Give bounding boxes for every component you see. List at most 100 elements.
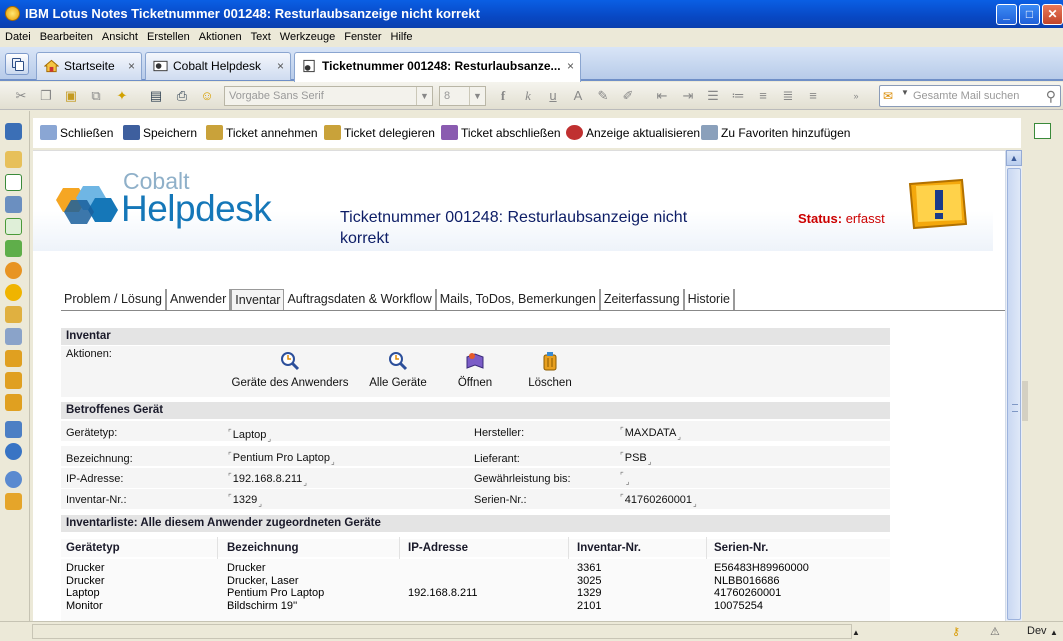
all-devices-button[interactable]: Alle Geräte bbox=[363, 351, 433, 389]
align-left-icon[interactable]: ≡ bbox=[755, 88, 771, 104]
table-cell[interactable]: Drucker bbox=[227, 562, 324, 575]
field-serien-nr[interactable]: 41760260001 bbox=[620, 493, 697, 508]
indent-icon[interactable]: ⇥ bbox=[680, 88, 696, 104]
field-bezeichnung[interactable]: Pentium Pro Laptop bbox=[228, 451, 335, 466]
menu-aktionen[interactable]: Aktionen bbox=[194, 28, 246, 45]
field-hersteller[interactable]: MAXDATA bbox=[620, 426, 681, 441]
search-icon[interactable]: ⚲ bbox=[1046, 88, 1056, 105]
mail-search-box[interactable]: ✉ ▼ Gesamte Mail suchen ⚲ bbox=[879, 85, 1061, 107]
copy-icon[interactable]: ❐ bbox=[38, 88, 54, 104]
tab-anwender[interactable]: Anwender bbox=[167, 289, 232, 310]
maximize-button[interactable]: □ bbox=[1019, 4, 1040, 25]
close-tab-icon[interactable]: × bbox=[128, 53, 135, 79]
calendar-icon[interactable] bbox=[1034, 123, 1051, 139]
tab-inventar[interactable]: Inventar bbox=[231, 289, 285, 310]
field-lieferant[interactable]: PSB bbox=[620, 451, 652, 466]
table-cell[interactable]: Pentium Pro Laptop bbox=[227, 587, 324, 600]
column-header-inventar-nr[interactable]: Inventar-Nr. bbox=[577, 542, 641, 554]
database-folder-icon[interactable] bbox=[5, 328, 22, 345]
chevron-up-icon[interactable]: ▲ bbox=[1050, 628, 1058, 637]
table-cell[interactable]: Drucker bbox=[66, 575, 105, 588]
table-cell[interactable] bbox=[408, 562, 478, 575]
location-user[interactable]: Dev bbox=[1027, 625, 1047, 637]
table-cell[interactable]: Bildschirm 19'' bbox=[227, 600, 324, 613]
bullet-list-icon[interactable]: ☰ bbox=[705, 88, 721, 104]
mail-icon[interactable] bbox=[5, 151, 22, 168]
menu-bearbeiten[interactable]: Bearbeiten bbox=[35, 28, 97, 45]
open-button[interactable]: Öffnen bbox=[448, 351, 502, 389]
replication-icon[interactable] bbox=[5, 240, 22, 257]
bold-icon[interactable]: f bbox=[495, 88, 511, 104]
tab-cobalt-helpdesk[interactable]: Cobalt Helpdesk × bbox=[145, 52, 291, 80]
tab-startseite[interactable]: Startseite × bbox=[36, 52, 142, 80]
new-icon[interactable]: ✦ bbox=[114, 88, 130, 104]
font-size-select[interactable]: 8 ▼ bbox=[439, 86, 486, 106]
menu-werkzeuge[interactable]: Werkzeuge bbox=[275, 28, 339, 45]
column-header-serien-nr[interactable]: Serien-Nr. bbox=[714, 542, 768, 554]
mail-search-input[interactable]: Gesamte Mail suchen bbox=[913, 90, 1019, 102]
status-message-area[interactable] bbox=[32, 624, 852, 639]
tab-historie[interactable]: Historie bbox=[685, 289, 735, 310]
home-icon[interactable] bbox=[5, 493, 22, 510]
key-icon[interactable]: ⚷ bbox=[952, 625, 960, 638]
close-tab-icon[interactable]: × bbox=[277, 53, 284, 79]
feeds-icon[interactable] bbox=[5, 284, 22, 301]
copy-link-icon[interactable]: ⧉ bbox=[88, 88, 104, 104]
help-icon[interactable] bbox=[5, 471, 22, 488]
close-action-button[interactable]: Schließen bbox=[40, 125, 113, 143]
tab-zeiterfassung[interactable]: Zeiterfassung bbox=[601, 289, 685, 310]
table-cell[interactable]: E56483H89960000 bbox=[714, 562, 809, 575]
folder-icon[interactable] bbox=[5, 394, 22, 411]
vertical-scrollbar[interactable]: ▲ bbox=[1005, 150, 1022, 621]
tab-problem-loesung[interactable]: Problem / Lösung bbox=[61, 289, 167, 310]
accept-ticket-button[interactable]: Ticket annehmen bbox=[206, 125, 318, 143]
tab-mails[interactable]: Mails, ToDos, Bemerkungen bbox=[437, 289, 601, 310]
calendar-icon[interactable] bbox=[5, 174, 22, 191]
chevron-down-icon[interactable]: ▼ bbox=[901, 88, 909, 97]
menu-hilfe[interactable]: Hilfe bbox=[386, 28, 417, 45]
field-ip-adresse[interactable]: 192.168.8.211 bbox=[228, 472, 307, 487]
globe-icon[interactable] bbox=[5, 443, 22, 460]
sametime-icon[interactable] bbox=[5, 262, 22, 279]
font-name-select[interactable]: Vorgabe Sans Serif ▼ bbox=[224, 86, 433, 106]
folder-icon[interactable] bbox=[5, 350, 22, 367]
save-icon[interactable]: ▤ bbox=[148, 88, 164, 104]
table-cell[interactable] bbox=[408, 600, 478, 613]
highlight-icon[interactable]: ✎ bbox=[595, 88, 611, 104]
column-header-ip-adresse[interactable]: IP-Adresse bbox=[408, 542, 468, 554]
outdent-icon[interactable]: ⇤ bbox=[654, 88, 670, 104]
folder-icon[interactable] bbox=[5, 372, 22, 389]
refresh-view-button[interactable]: Anzeige aktualisieren bbox=[566, 125, 700, 143]
table-cell[interactable] bbox=[408, 575, 478, 588]
cut-icon[interactable]: ✂ bbox=[13, 88, 29, 104]
table-cell[interactable]: Drucker, Laser bbox=[227, 575, 324, 588]
menu-datei[interactable]: Datei bbox=[0, 28, 35, 45]
devices-of-user-button[interactable]: Geräte des Anwenders bbox=[225, 351, 355, 389]
table-cell[interactable]: 10075254 bbox=[714, 600, 809, 613]
mail-search-scope-icon[interactable]: ✉ bbox=[883, 89, 899, 103]
table-cell[interactable]: 2101 bbox=[577, 600, 601, 613]
table-cell[interactable]: Laptop bbox=[66, 587, 105, 600]
minimize-button[interactable]: _ bbox=[996, 4, 1017, 25]
underline-icon[interactable]: u bbox=[545, 88, 561, 104]
column-header-bezeichnung[interactable]: Bezeichnung bbox=[227, 542, 299, 554]
tab-ticket[interactable]: Ticketnummer 001248: Resturlaubsanze... … bbox=[294, 52, 581, 82]
menu-erstellen[interactable]: Erstellen bbox=[142, 28, 194, 45]
field-gewaehrleistung[interactable] bbox=[620, 471, 630, 486]
table-cell[interactable]: 1329 bbox=[577, 587, 601, 600]
field-geraetetyp[interactable]: Laptop bbox=[228, 428, 271, 443]
table-cell[interactable]: 3025 bbox=[577, 575, 601, 588]
close-tab-icon[interactable]: × bbox=[567, 53, 574, 79]
menu-ansicht[interactable]: Ansicht bbox=[97, 28, 142, 45]
delete-button[interactable]: Löschen bbox=[520, 351, 580, 389]
table-cell[interactable]: NLBB016686 bbox=[714, 575, 809, 588]
table-cell[interactable]: 3361 bbox=[577, 562, 601, 575]
scroll-up-icon[interactable]: ▲ bbox=[1006, 150, 1022, 166]
print-icon[interactable]: ⎙ bbox=[174, 88, 190, 104]
folder-icon[interactable] bbox=[5, 306, 22, 323]
highlighter-icon[interactable]: ✐ bbox=[620, 88, 636, 104]
menu-fenster[interactable]: Fenster bbox=[339, 28, 385, 45]
sidebar-toggle-handle[interactable] bbox=[1022, 381, 1028, 421]
table-cell[interactable]: Drucker bbox=[66, 562, 105, 575]
align-right-icon[interactable]: ≡ bbox=[805, 88, 821, 104]
